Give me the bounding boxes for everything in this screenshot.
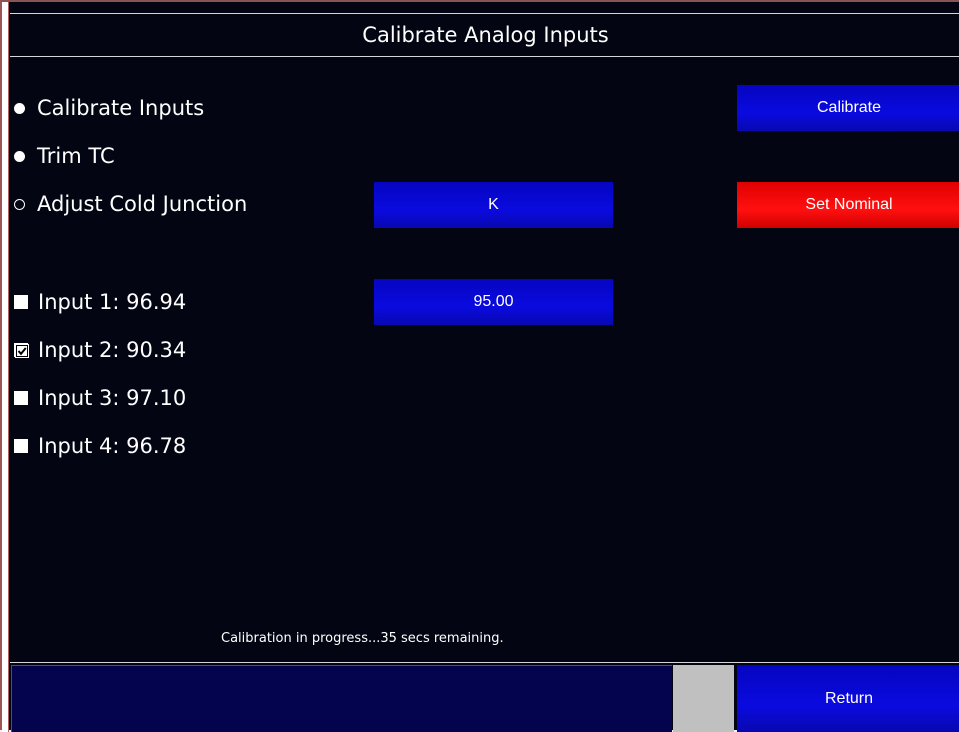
mode-option-calibrate-inputs[interactable]: Calibrate Inputs — [14, 93, 204, 123]
input-label: Input 2: 90.34 — [38, 338, 187, 362]
gray-block — [673, 665, 734, 732]
radio-selected-icon — [14, 102, 25, 114]
tc-type-label: K — [488, 196, 499, 213]
return-button-label: Return — [824, 689, 874, 707]
reference-value-label: 95.00 — [473, 293, 514, 310]
calibrate-button[interactable]: Calibrate — [737, 85, 959, 131]
mode-option-label: Trim TC — [37, 144, 115, 168]
checkbox-checked-icon — [14, 343, 29, 358]
tc-type-button[interactable]: K — [374, 182, 613, 228]
input-4-checkbox[interactable]: Input 4: 96.78 — [14, 431, 186, 461]
input-label: Input 4: 96.78 — [38, 434, 187, 458]
radio-selected-icon — [14, 150, 25, 162]
mode-option-adjust-cold-junction[interactable]: Adjust Cold Junction — [14, 189, 247, 219]
set-nominal-button-label: Set Nominal — [805, 196, 893, 213]
page-title: Calibrate Analog Inputs — [362, 23, 609, 47]
title-bar: Calibrate Analog Inputs — [10, 13, 959, 57]
input-2-checkbox[interactable]: Input 2: 90.34 — [14, 335, 186, 365]
mode-option-label: Adjust Cold Junction — [37, 192, 248, 216]
calibrate-button-label: Calibrate — [816, 99, 882, 116]
input-1-checkbox[interactable]: Input 1: 96.94 — [14, 287, 186, 317]
checkbox-unchecked-icon — [14, 391, 28, 405]
calibration-screen: Calibrate Analog Inputs Calibrate Inputs… — [0, 0, 959, 732]
mode-option-trim-tc[interactable]: Trim TC — [14, 141, 115, 171]
input-label: Input 1: 96.94 — [38, 290, 187, 314]
input-3-checkbox[interactable]: Input 3: 97.10 — [14, 383, 186, 413]
input-label: Input 3: 97.10 — [38, 386, 187, 410]
calibration-status-text: Calibration in progress...35 secs remain… — [221, 631, 504, 646]
checkbox-unchecked-icon — [14, 295, 28, 309]
divider — [10, 662, 959, 663]
reference-value-field[interactable]: 95.00 — [374, 279, 613, 325]
bottom-bar-panel — [11, 665, 672, 732]
checkbox-unchecked-icon — [14, 439, 28, 453]
mode-option-label: Calibrate Inputs — [37, 96, 205, 120]
set-nominal-button[interactable]: Set Nominal — [737, 182, 959, 228]
radio-unselected-icon — [14, 198, 25, 210]
return-button[interactable]: Return — [737, 665, 959, 732]
window-left-edge — [2, 2, 9, 732]
